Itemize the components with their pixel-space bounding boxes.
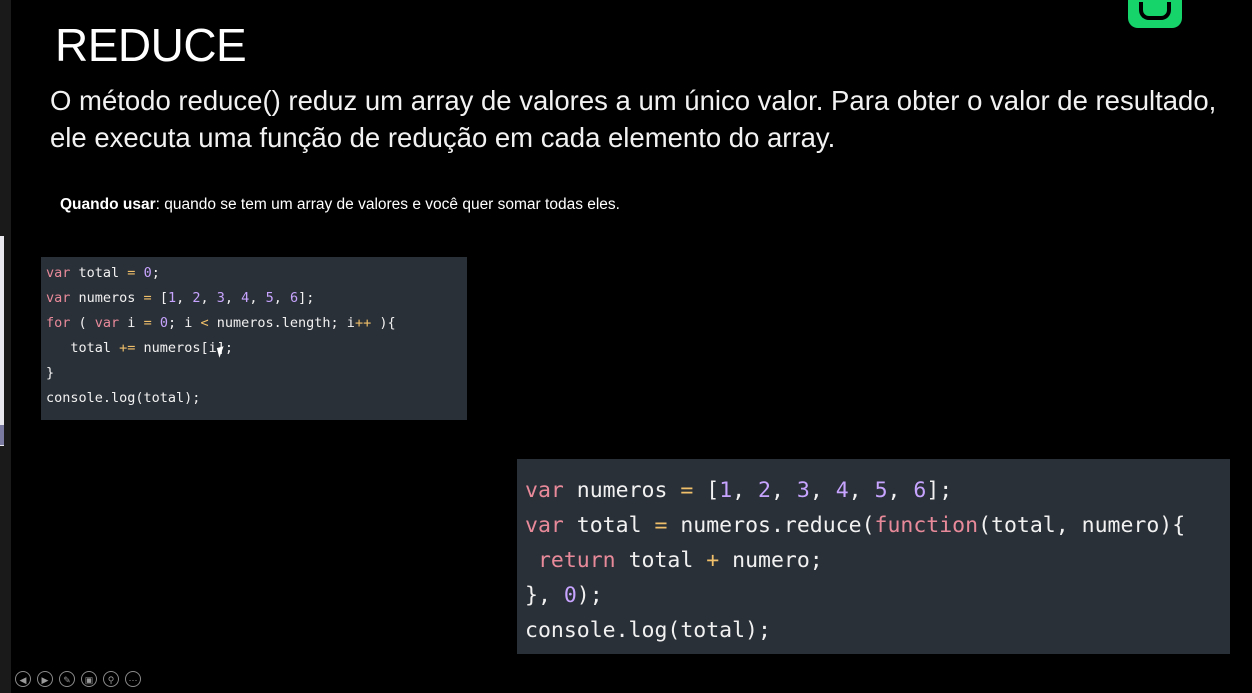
brand-logo-icon [1128,0,1182,28]
slide-title: REDUCE [55,19,247,71]
more-icon[interactable]: ⋯ [125,671,141,687]
code-line: var total = numeros.reduce(function(tota… [525,513,1186,538]
when-to-use: Quando usar: quando se tem um array de v… [60,196,620,214]
slide-description: O método reduce() reduz um array de valo… [50,85,1217,153]
when-to-use-text: : quando se tem um array de valores e vo… [155,196,620,213]
code-line: total += numeros[i]; [46,340,233,356]
left-edge-marker [0,425,4,445]
zoom-icon[interactable]: ⚲ [103,671,119,687]
code-line: }, 0); [525,583,603,608]
pen-icon[interactable]: ✎ [59,671,75,687]
code-line: } [46,365,55,381]
code-line: var numeros = [1, 2, 3, 4, 5, 6]; [46,290,315,306]
when-to-use-label: Quando usar [60,196,156,213]
code-block-reduce: var numeros = [1, 2, 3, 4, 5, 6]; var tot… [517,459,1230,654]
slideshow-controls: ◀ ▶ ✎ ▣ ⚲ ⋯ [15,671,141,687]
code-line: var total = 0; [46,265,160,281]
code-line: console.log(total); [46,390,201,406]
code-line: console.log(total); [525,618,771,643]
slides-icon[interactable]: ▣ [81,671,97,687]
next-icon[interactable]: ▶ [37,671,53,687]
code-line: return total + numero; [537,548,823,573]
left-edge-bar [0,236,4,446]
code-line: for ( var i = 0; i < numeros.length; i++… [46,315,396,331]
left-edge-strip [0,0,11,693]
prev-icon[interactable]: ◀ [15,671,31,687]
code-block-loop: var total = 0; var numeros = [1, 2, 3, 4,… [41,257,467,420]
code-line: var numeros = [1, 2, 3, 4, 5, 6]; [525,478,953,503]
